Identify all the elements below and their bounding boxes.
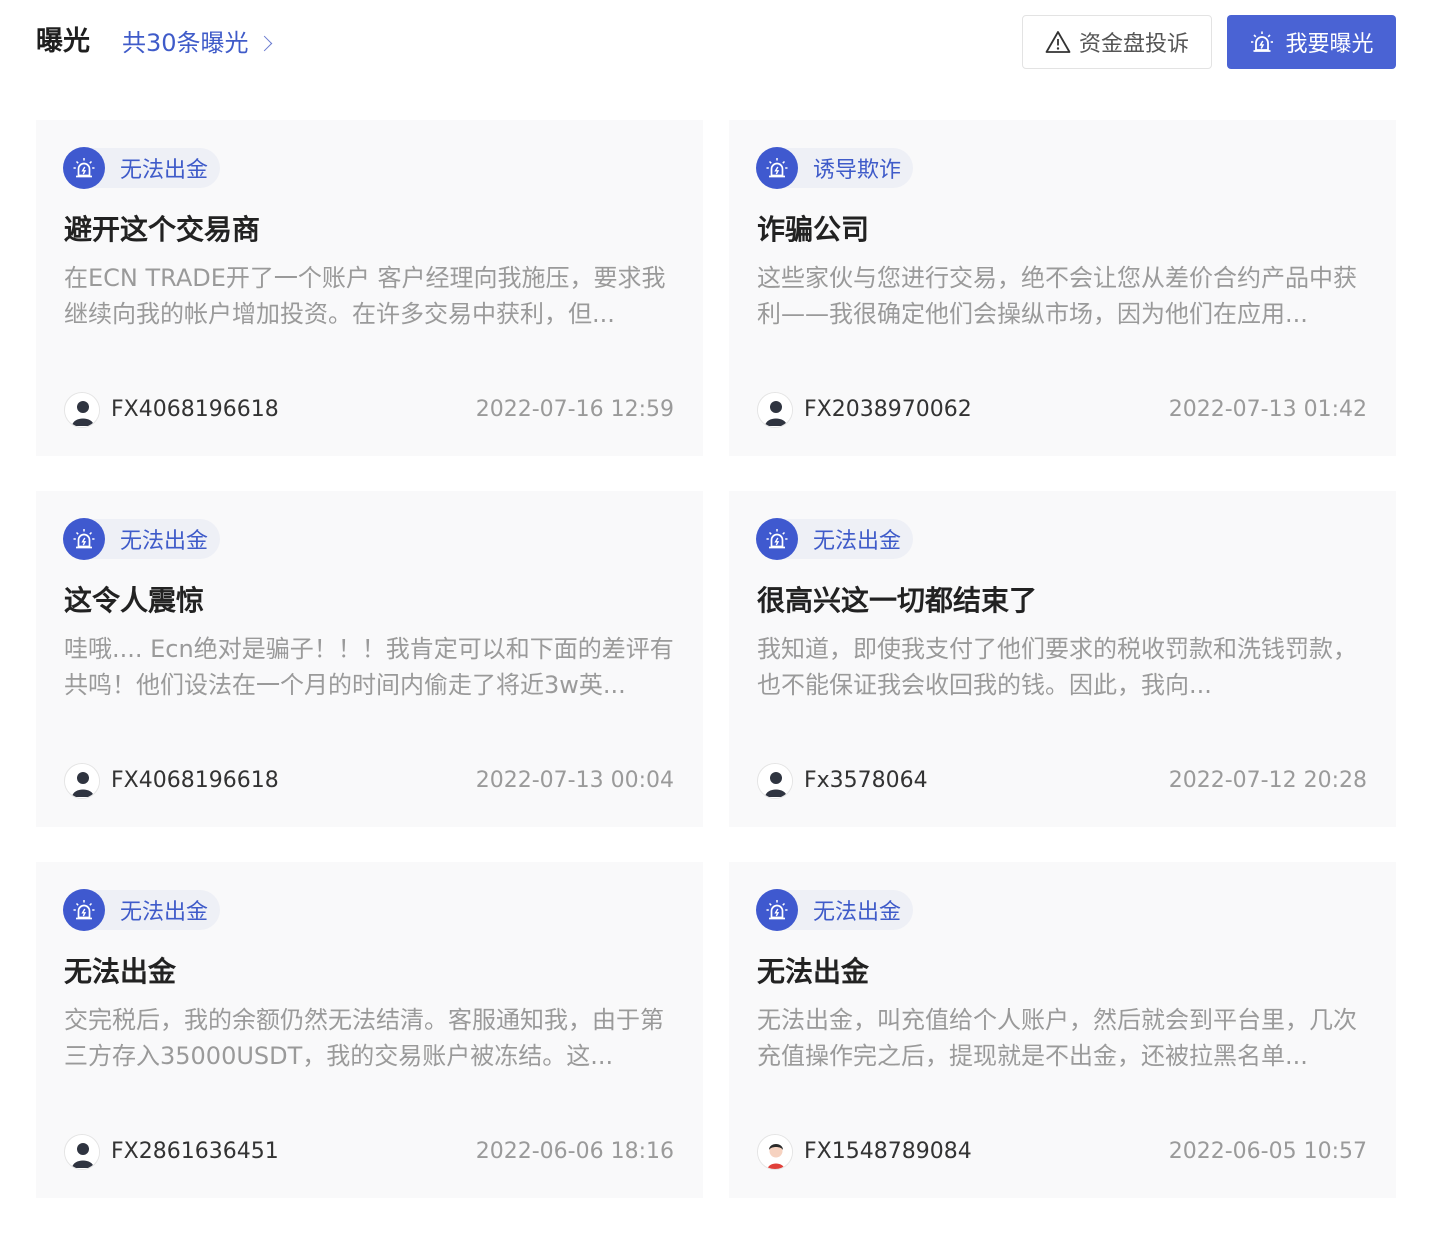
user-avatar[interactable] bbox=[64, 392, 100, 428]
card-title[interactable]: 无法出金 bbox=[757, 954, 869, 990]
card-description: 交完税后，我的余额仍然无法结清。客服通知我，由于第三方存入35000USDT，我… bbox=[64, 1006, 664, 1070]
user-id[interactable]: FX2861636451 bbox=[111, 1136, 279, 1168]
card-title[interactable]: 无法出金 bbox=[64, 954, 176, 990]
post-date: 2022-06-06 18:16 bbox=[475, 1139, 674, 1164]
post-date: 2022-07-13 00:04 bbox=[475, 768, 674, 793]
card-description: 无法出金，叫充值给个人账户，然后就会到平台里，几次充值操作完之后，提现就是不出金… bbox=[757, 1006, 1357, 1070]
card-description: 我知道，即使我支付了他们要求的税收罚款和洗钱罚款，也不能保证我会收回我的钱。因此… bbox=[757, 635, 1357, 699]
exposure-count-link[interactable]: 共30条曝光 bbox=[122, 27, 272, 59]
category-tag: 无法出金 bbox=[756, 889, 914, 931]
page-title: 曝光 bbox=[36, 26, 90, 57]
user-id[interactable]: FX1548789084 bbox=[804, 1136, 972, 1168]
user-id[interactable]: FX2038970062 bbox=[804, 394, 972, 426]
post-date: 2022-07-12 20:28 bbox=[1168, 768, 1367, 793]
exposure-card[interactable]: 无法出金 无法出金 交完税后，我的余额仍然无法结清。客服通知我，由于第三方存入350… bbox=[36, 862, 703, 1198]
category-tag: 无法出金 bbox=[63, 889, 221, 931]
page-header: 曝光 共30条曝光 资金盘投诉 我要曝光 bbox=[36, 14, 1396, 70]
exposure-card[interactable]: 诱导欺诈诈骗公司这些家伙与您进行交易，绝不会让您从差价合约产品中获利——我很确定… bbox=[729, 120, 1396, 456]
category-label: 无法出金 bbox=[120, 158, 209, 183]
card-title[interactable]: 避开这个交易商 bbox=[64, 212, 260, 248]
alarm-icon bbox=[756, 889, 798, 931]
category-label: 无法出金 bbox=[813, 900, 902, 925]
card-title[interactable]: 这令人震惊 bbox=[64, 583, 204, 619]
card-title[interactable]: 很高兴这一切都结束了 bbox=[757, 583, 1037, 619]
chevron-right-icon bbox=[256, 35, 272, 51]
post-date: 2022-07-13 01:42 bbox=[1168, 397, 1367, 422]
post-date: 2022-06-05 10:57 bbox=[1168, 1139, 1367, 1164]
post-date: 2022-07-16 12:59 bbox=[475, 397, 674, 422]
category-label: 无法出金 bbox=[120, 900, 209, 925]
alarm-icon bbox=[756, 147, 798, 189]
fund-complaint-label: 资金盘投诉 bbox=[1078, 32, 1189, 57]
card-title[interactable]: 诈骗公司 bbox=[757, 212, 869, 248]
category-label: 无法出金 bbox=[813, 529, 902, 554]
user-avatar[interactable] bbox=[64, 1134, 100, 1170]
warning-icon bbox=[1045, 31, 1071, 53]
card-description: 这些家伙与您进行交易，绝不会让您从差价合约产品中获利——我很确定他们会操纵市场，… bbox=[757, 264, 1357, 328]
category-tag: 无法出金 bbox=[756, 518, 914, 560]
user-id[interactable]: FX4068196618 bbox=[111, 394, 279, 426]
category-label: 诱导欺诈 bbox=[813, 158, 902, 183]
expose-button[interactable]: 我要曝光 bbox=[1227, 15, 1396, 69]
user-id[interactable]: FX4068196618 bbox=[111, 765, 279, 797]
category-tag: 诱导欺诈 bbox=[756, 147, 914, 189]
expose-label: 我要曝光 bbox=[1285, 32, 1374, 57]
user-avatar[interactable] bbox=[757, 1134, 793, 1170]
exposure-card[interactable]: 无法出金 无法出金 无法出金，叫充值给个人账户，然后就会到平台里，几次充值操作完之后… bbox=[729, 862, 1396, 1198]
card-description: 在ECN TRADE开了一个账户 客户经理向我施压，要求我继续向我的帐户增加投资… bbox=[64, 264, 666, 328]
user-avatar[interactable] bbox=[757, 392, 793, 428]
card-description: 哇哦.... Ecn绝对是骗子！！！我肯定可以和下面的差评有共鸣！他们设法在一个… bbox=[64, 635, 674, 699]
exposure-card[interactable]: 无法出金避开这个交易商在ECN TRADE开了一个账户 客户经理向我施压，要求我… bbox=[36, 120, 703, 456]
alarm-icon bbox=[63, 518, 105, 560]
exposure-card[interactable]: 无法出金很高兴这一切都结束了我知道，即使我支付了他们要求的税收罚款和洗钱罚款，也… bbox=[729, 491, 1396, 827]
category-tag: 无法出金 bbox=[63, 518, 221, 560]
alarm-icon bbox=[1251, 31, 1274, 52]
user-id[interactable]: Fx3578064 bbox=[804, 765, 928, 797]
category-label: 无法出金 bbox=[120, 529, 209, 554]
user-avatar[interactable] bbox=[64, 763, 100, 799]
alarm-icon bbox=[756, 518, 798, 560]
category-tag: 无法出金 bbox=[63, 147, 221, 189]
exposure-count-label: 共30条曝光 bbox=[122, 29, 249, 57]
exposure-card[interactable]: 无法出金这令人震惊哇哦.... Ecn绝对是骗子！！！我肯定可以和下面的差评有共… bbox=[36, 491, 703, 827]
user-avatar[interactable] bbox=[757, 763, 793, 799]
alarm-icon bbox=[63, 889, 105, 931]
alarm-icon bbox=[63, 147, 105, 189]
fund-complaint-button[interactable]: 资金盘投诉 bbox=[1022, 15, 1212, 69]
